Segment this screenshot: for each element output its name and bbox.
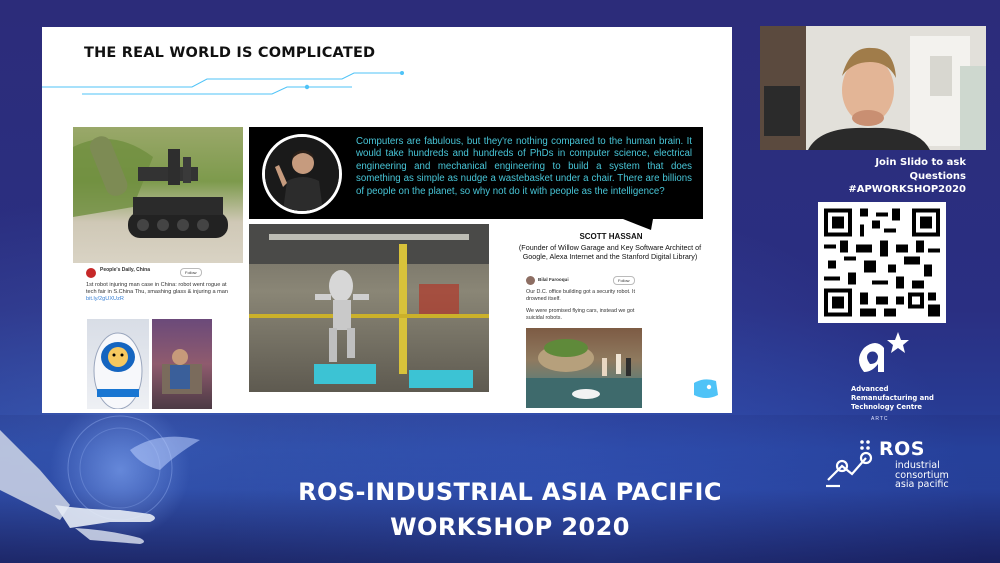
qr-code-icon (824, 208, 940, 317)
quote-box: Computers are fabulous, but they're noth… (249, 127, 703, 219)
tweet-link[interactable]: bit.ly/2gUXUzR (86, 296, 124, 302)
bomb-robot-photo (73, 127, 243, 263)
injured-man-photo (152, 319, 212, 409)
artc-line1: Advanced (851, 385, 889, 393)
humanoid-robot-photo (249, 224, 489, 392)
speech-pointer (623, 219, 653, 230)
artc-line2: Remanufacturing and (851, 394, 934, 402)
slido-hashtag: #APWORKSHOP2020 (848, 184, 966, 195)
speaker-description: (Founder of Willow Garage and Key Softwa… (518, 243, 702, 261)
artc-line3: Technology Centre (851, 403, 923, 411)
ros-line3: asia pacific (895, 479, 949, 490)
workshop-title-line2: WORKSHOP 2020 (390, 513, 630, 541)
fountain-robot-photo (526, 328, 642, 408)
ros-wordmark: ROS (879, 438, 925, 460)
artc-name: Advanced Remanufacturing and Technology … (851, 385, 961, 412)
slido-line1: Join Slido to ask (875, 157, 966, 168)
tweet2-account-name: Bilal Farooqui (538, 277, 569, 282)
slido-line2: Questions (909, 170, 966, 182)
speaker-portrait (262, 134, 342, 214)
tweet2-line1: Our D.C. office building got a security … (526, 289, 635, 302)
rogue-robot-photo (87, 319, 149, 409)
ros-subtitle: industrial consortium asia pacific (895, 461, 955, 490)
ros-industrial-logo-icon (826, 440, 873, 488)
quote-text: Computers are fabulous, but they're noth… (356, 136, 692, 197)
tweet-account-name: People's Daily, China (100, 267, 150, 273)
slide-logo-icon (694, 379, 718, 398)
robot-hand-illustration (0, 410, 200, 544)
presenter-webcam (760, 26, 986, 150)
tweet-text: 1st robot injuring man case in China: ro… (86, 282, 236, 303)
slido-prompt: Join Slido to ask Questions #APWORKSHOP2… (806, 156, 966, 197)
tweet2-follow-button[interactable]: Follow (613, 276, 635, 285)
tweet2-avatar (526, 276, 535, 285)
artc-logo-icon (859, 332, 909, 372)
tweet-follow-button[interactable]: Follow (180, 268, 202, 277)
slide-title: THE REAL WORLD IS COMPLICATED (84, 45, 376, 61)
artc-abbreviation: ARTC (871, 416, 889, 422)
speaker-name: SCOTT HASSAN (579, 232, 643, 241)
circuit-decoration (42, 71, 404, 95)
presentation-slide: THE REAL WORLD IS COMPLICATED People's D… (42, 27, 732, 413)
qr-code[interactable] (818, 202, 946, 323)
tweet2-line2: We were promised flying cars, instead we… (526, 308, 635, 321)
tweet-body: 1st robot injuring man case in China: ro… (86, 282, 228, 295)
tweet-avatar (86, 268, 96, 278)
workshop-title-line1: ROS-INDUSTRIAL ASIA PACIFIC (298, 478, 722, 506)
